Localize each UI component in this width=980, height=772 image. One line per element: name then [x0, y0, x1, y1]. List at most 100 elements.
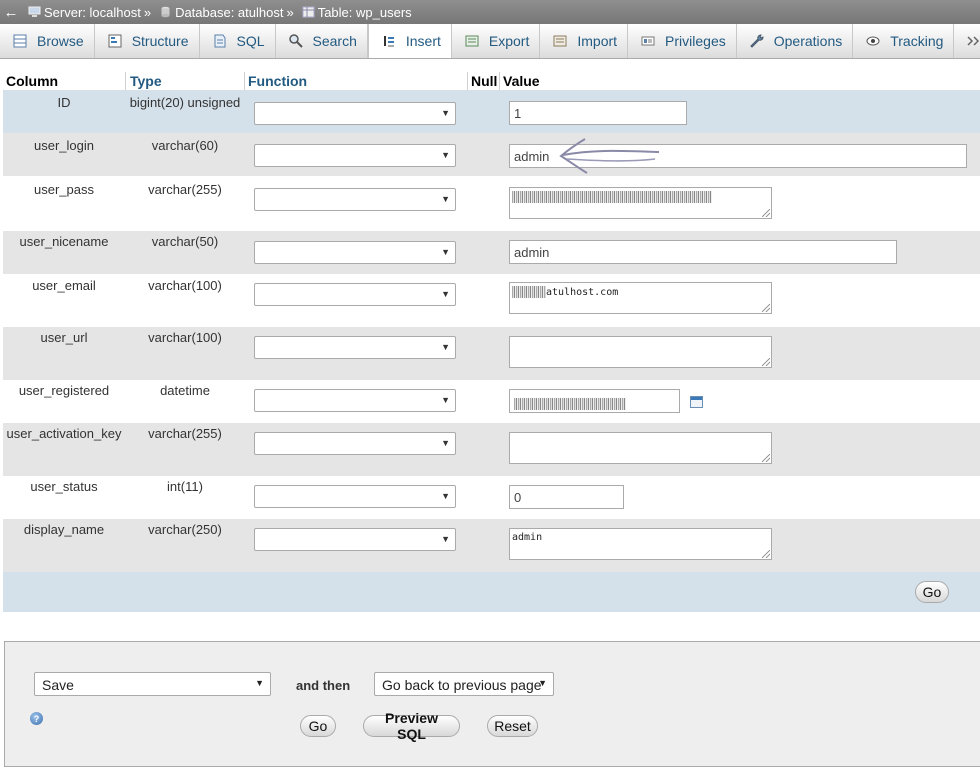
column-type: varchar(100) — [148, 278, 222, 293]
breadcrumb-separator: » — [286, 4, 294, 20]
dropdown-arrow-icon: ▼ — [441, 108, 450, 118]
calendar-icon[interactable] — [690, 396, 703, 408]
column-name: user_url — [40, 330, 88, 345]
table-icon — [302, 6, 315, 18]
structure-icon — [108, 34, 122, 48]
breadcrumb-separator: » — [143, 4, 152, 20]
value-input-user-status[interactable]: 0 — [509, 485, 624, 509]
table-row: user_email varchar(100) ▼ atulhost.com — [3, 274, 980, 327]
after-insert-select[interactable]: Go back to previous page ▼ — [374, 672, 554, 696]
tab-tracking[interactable]: Tracking — [853, 24, 955, 58]
submit-go-button[interactable]: Go — [300, 715, 336, 737]
table-row: user_status int(11) ▼ 0 — [3, 476, 980, 519]
column-name: ID — [57, 95, 71, 110]
tab-sql[interactable]: SQL — [200, 24, 276, 58]
and-then-label: and then — [296, 678, 351, 693]
tab-import[interactable]: Import — [540, 24, 629, 58]
dropdown-arrow-icon: ▼ — [441, 247, 450, 257]
function-select[interactable]: ▼ — [254, 283, 456, 306]
value-input-user-nicename[interactable]: admin — [509, 240, 897, 264]
back-arrow-icon[interactable]: ← — [0, 4, 22, 21]
dropdown-arrow-icon: ▼ — [441, 534, 450, 544]
column-name: user_status — [30, 479, 98, 494]
function-select[interactable]: ▼ — [254, 389, 456, 412]
column-type: varchar(255) — [148, 426, 222, 441]
value-textarea-user-url[interactable] — [509, 336, 772, 368]
column-name: user_email — [32, 278, 96, 293]
tab-structure[interactable]: Structure — [95, 24, 200, 58]
submit-panel: Save ▼ and then Go back to previous page… — [4, 641, 980, 767]
column-type: varchar(255) — [148, 182, 222, 197]
resize-handle[interactable] — [762, 550, 770, 558]
value-input-id[interactable]: 1 — [509, 101, 687, 125]
help-icon[interactable]: ? — [30, 712, 43, 725]
value-textarea-user-email[interactable]: atulhost.com — [509, 282, 772, 314]
tab-browse-label: Browse — [37, 33, 84, 49]
resize-handle[interactable] — [762, 454, 770, 462]
triggers-icon — [967, 36, 980, 46]
value-textarea-user-activation-key[interactable] — [509, 432, 772, 464]
tab-search-label: Search — [312, 33, 357, 49]
function-select[interactable]: ▼ — [254, 528, 456, 551]
reset-button[interactable]: Reset — [487, 715, 538, 737]
breadcrumb-table[interactable]: Table: wp_users — [296, 5, 412, 20]
resize-handle[interactable] — [762, 304, 770, 312]
column-type: datetime — [160, 383, 210, 398]
table-row: user_pass varchar(255) ▼ — [3, 176, 980, 231]
header-type: Type — [130, 73, 162, 89]
function-select[interactable]: ▼ — [254, 102, 456, 125]
annotation-arrow-icon — [559, 138, 660, 174]
table-row: user_activation_key varchar(255) ▼ — [3, 423, 980, 476]
tab-operations[interactable]: Operations — [737, 24, 854, 58]
table-row: user_url varchar(100) ▼ — [3, 327, 980, 380]
tab-insert[interactable]: Insert — [367, 24, 452, 58]
function-select[interactable]: ▼ — [254, 144, 456, 167]
dropdown-arrow-icon: ▼ — [441, 491, 450, 501]
dropdown-arrow-icon: ▼ — [441, 194, 450, 204]
function-select[interactable]: ▼ — [254, 241, 456, 264]
value-input-user-registered[interactable] — [509, 389, 680, 413]
tab-bar: Browse Structure SQL Search Insert Expor… — [0, 24, 980, 59]
column-type: varchar(60) — [151, 138, 219, 153]
column-name: display_name — [23, 522, 105, 537]
go-button[interactable]: Go — [915, 581, 949, 603]
action-select-value: Save — [42, 677, 74, 693]
column-type: int(11) — [167, 479, 203, 494]
function-select[interactable]: ▼ — [254, 188, 456, 211]
breadcrumb-table-label: Table: wp_users — [317, 4, 412, 20]
email-domain-text: atulhost.com — [546, 287, 619, 298]
tab-sql-label: SQL — [236, 33, 265, 49]
breadcrumb-database-label: Database: atulhost — [175, 4, 284, 20]
table-footer: Go — [3, 572, 980, 612]
dropdown-arrow-icon: ▼ — [441, 395, 450, 405]
header-value: Value — [503, 73, 540, 89]
function-select[interactable]: ▼ — [254, 485, 456, 508]
action-select[interactable]: Save ▼ — [34, 672, 271, 696]
server-icon — [28, 6, 41, 17]
tab-more[interactable] — [954, 24, 980, 58]
display-name-text: admin — [512, 532, 543, 543]
function-select[interactable]: ▼ — [254, 432, 456, 455]
privileges-icon — [641, 36, 655, 46]
eye-icon — [866, 36, 880, 46]
tab-export-label: Export — [488, 33, 530, 49]
resize-handle[interactable] — [762, 209, 770, 217]
tab-operations-label: Operations — [773, 33, 843, 49]
tab-browse[interactable]: Browse — [0, 24, 95, 58]
function-select[interactable]: ▼ — [254, 336, 456, 359]
breadcrumb-server[interactable]: Server: localhost » — [22, 5, 153, 20]
header-column: Column — [6, 73, 59, 89]
column-type: bigint(20) unsigned — [129, 95, 241, 110]
tab-privileges[interactable]: Privileges — [628, 24, 737, 58]
tab-search[interactable]: Search — [276, 24, 368, 58]
value-textarea-user-pass[interactable] — [509, 187, 772, 219]
tab-export[interactable]: Export — [452, 24, 541, 58]
dropdown-arrow-icon: ▼ — [441, 150, 450, 160]
preview-sql-button[interactable]: Preview SQL — [363, 710, 460, 742]
breadcrumb-database[interactable]: Database: atulhost » — [153, 5, 296, 20]
column-type: varchar(50) — [151, 234, 219, 249]
resize-handle[interactable] — [762, 358, 770, 366]
export-icon — [465, 35, 479, 47]
value-textarea-display-name[interactable]: admin — [509, 528, 772, 560]
column-name: user_pass — [34, 182, 94, 197]
